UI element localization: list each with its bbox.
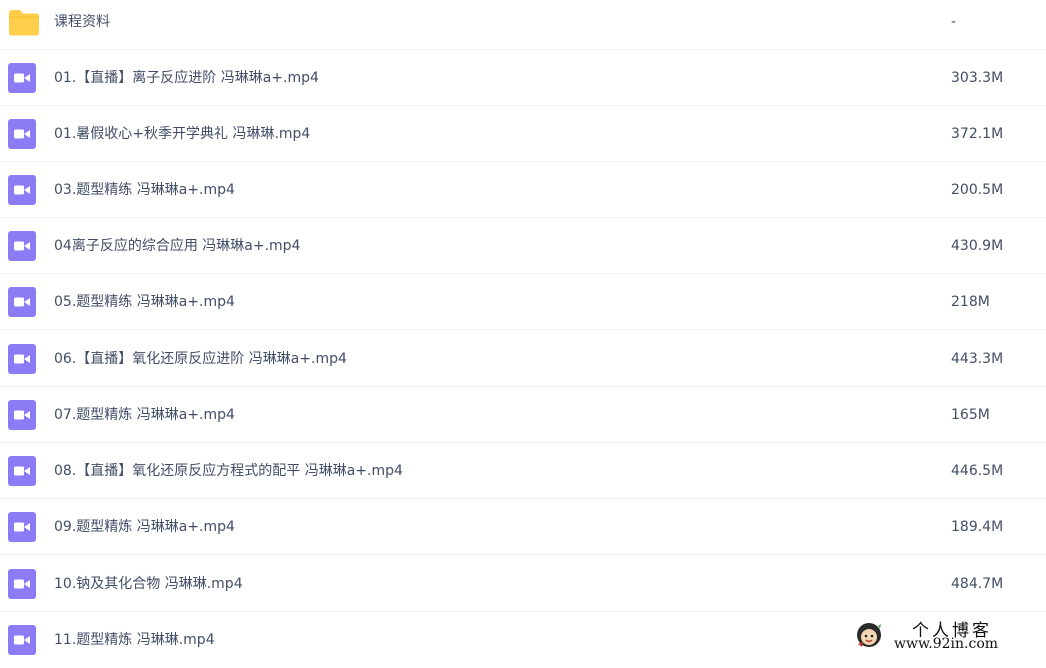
video-file-icon [8,344,36,374]
file-size: 484.7M [951,576,1004,592]
file-size: 430.9M [951,238,1004,254]
video-file-icon [8,456,36,486]
file-name: 01.【直播】离子反应进阶 冯琳琳a+.mp4 [54,70,319,86]
file-row[interactable]: 03.题型精练 冯琳琳a+.mp4 200.5M [0,162,1046,218]
file-row[interactable]: 01.【直播】离子反应进阶 冯琳琳a+.mp4 303.3M [0,50,1046,106]
file-name: 07.题型精炼 冯琳琳a+.mp4 [54,407,235,423]
file-size: 218M [951,294,990,310]
video-file-icon [8,231,36,261]
file-size: 443.3M [951,351,1004,367]
file-name: 课程资料 [54,14,110,30]
file-name: 04离子反应的综合应用 冯琳琳a+.mp4 [54,238,301,254]
file-row[interactable]: 06.【直播】氧化还原反应进阶 冯琳琳a+.mp4 443.3M [0,331,1046,387]
file-size: 200.5M [951,182,1004,198]
folder-icon [8,7,39,37]
file-row[interactable]: 01.暑假收心+秋季开学典礼 冯琳琳.mp4 372.1M [0,106,1046,162]
file-row[interactable]: 09.题型精炼 冯琳琳a+.mp4 189.4M [0,499,1046,555]
folder-row[interactable]: 课程资料 - [0,0,1046,50]
file-row[interactable]: 04离子反应的综合应用 冯琳琳a+.mp4 430.9M [0,218,1046,274]
file-size: - [951,14,957,30]
file-row[interactable]: 08.【直播】氧化还原反应方程式的配平 冯琳琳a+.mp4 446.5M [0,443,1046,499]
video-file-icon [8,175,36,205]
file-name: 09.题型精炼 冯琳琳a+.mp4 [54,519,235,535]
file-name: 11.题型精炼 冯琳琳.mp4 [54,632,215,648]
file-size: 446.5M [951,463,1004,479]
file-name: 03.题型精练 冯琳琳a+.mp4 [54,182,235,198]
file-name: 05.题型精练 冯琳琳a+.mp4 [54,294,235,310]
video-file-icon [8,569,36,599]
file-row[interactable]: 10.钠及其化合物 冯琳琳.mp4 484.7M [0,556,1046,612]
file-size: 165M [951,407,990,423]
video-file-icon [8,512,36,542]
file-name: 08.【直播】氧化还原反应方程式的配平 冯琳琳a+.mp4 [54,463,403,479]
file-list: 课程资料 - 01.【直播】离子反应进阶 冯琳琳a+.mp4 303.3M 01… [0,0,1046,657]
file-size: 372.1M [951,126,1004,142]
file-size: 189.4M [951,519,1004,535]
cartoon-face-logo-icon [854,620,884,650]
watermark-url: www.92in.com [894,636,999,652]
file-name: 06.【直播】氧化还原反应进阶 冯琳琳a+.mp4 [54,351,347,367]
video-file-icon [8,287,36,317]
video-file-icon [8,63,36,93]
file-size: 303.3M [951,70,1004,86]
video-file-icon [8,119,36,149]
file-row[interactable]: 05.题型精练 冯琳琳a+.mp4 218M [0,274,1046,330]
watermark: 个人博客 www.92in.com [852,612,1042,654]
video-file-icon [8,625,36,655]
file-row[interactable]: 07.题型精炼 冯琳琳a+.mp4 165M [0,387,1046,443]
file-name: 10.钠及其化合物 冯琳琳.mp4 [54,576,243,592]
file-name: 01.暑假收心+秋季开学典礼 冯琳琳.mp4 [54,126,311,142]
video-file-icon [8,400,36,430]
